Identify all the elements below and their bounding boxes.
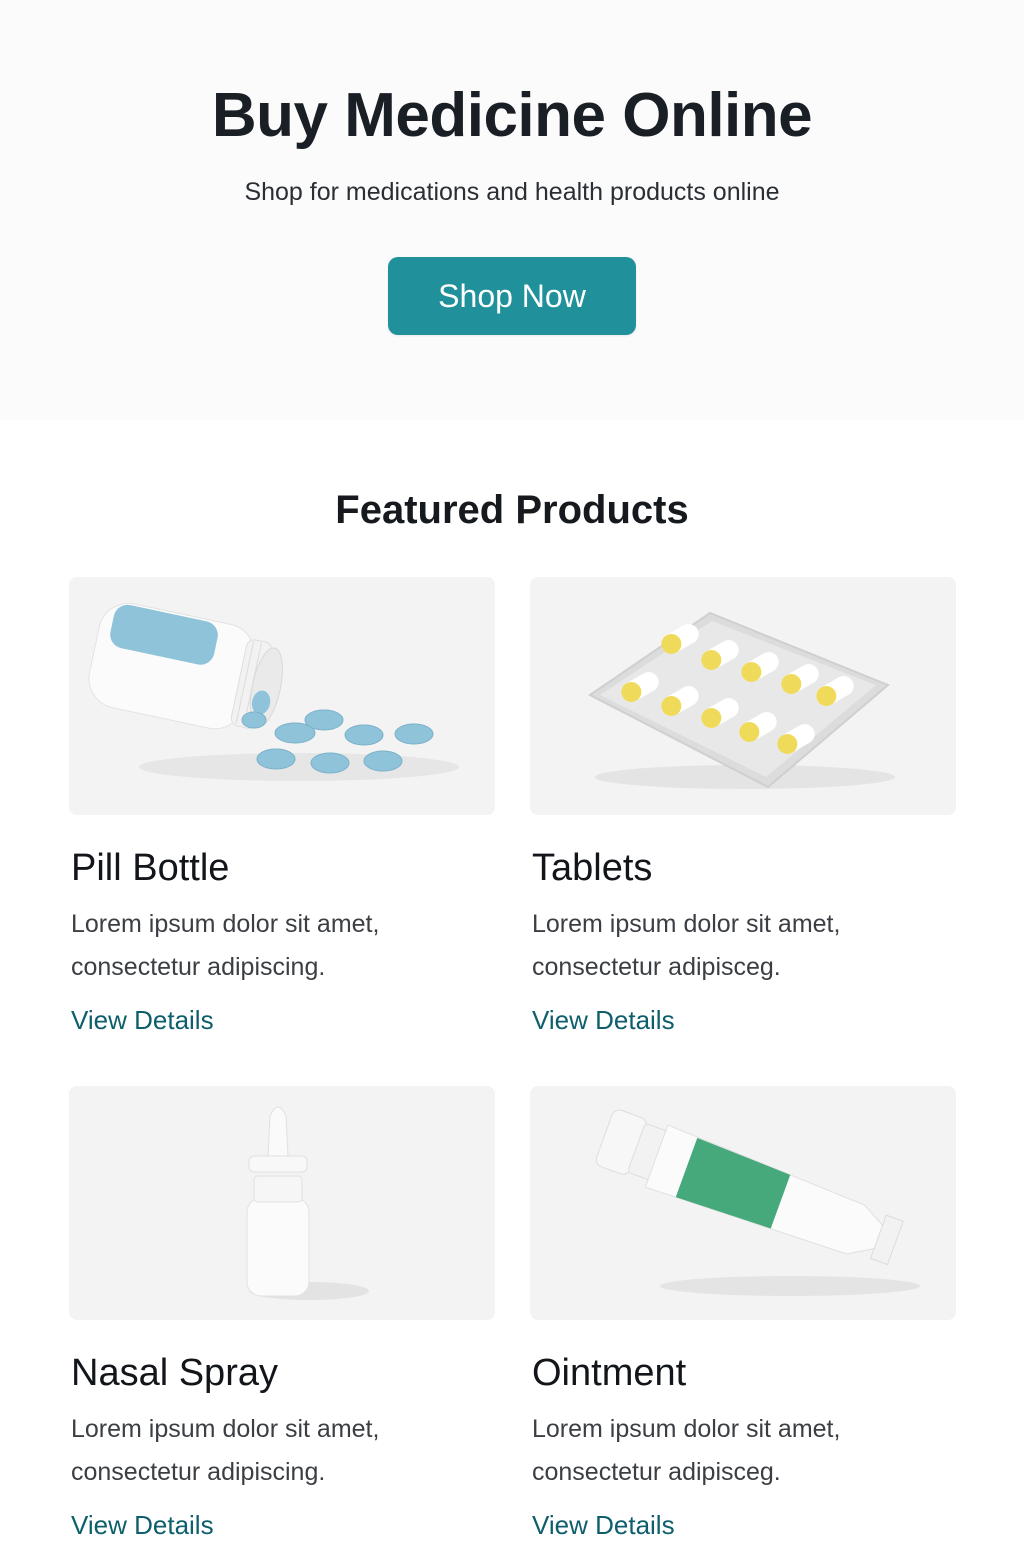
blister-pack-image xyxy=(530,577,956,815)
product-description: Lorem ipsum dolor sit amet, consectetur … xyxy=(532,910,841,981)
pill-bottle-image xyxy=(69,577,495,815)
product-description: Lorem ipsum dolor sit amet, consectetur … xyxy=(71,1415,380,1486)
shop-now-button[interactable]: Shop Now xyxy=(388,257,636,335)
product-description: Lorem ipsum dolor sit amet, consectetur … xyxy=(532,1415,841,1486)
product-card-tablets: Tablets Lorem ipsum dolor sit amet, cons… xyxy=(530,577,956,1036)
view-details-link[interactable]: View Details xyxy=(71,1510,214,1541)
product-name: Pill Bottle xyxy=(71,847,230,889)
product-description: Lorem ipsum dolor sit amet, consectetur … xyxy=(71,910,380,981)
page-title: Buy Medicine Online xyxy=(211,81,813,150)
product-name: Tablets xyxy=(532,847,653,889)
product-name: Ointment xyxy=(532,1352,687,1394)
view-details-link[interactable]: View Details xyxy=(532,1510,675,1541)
featured-products-heading: Featured Products xyxy=(335,488,689,532)
product-card-pill-bottle: Pill Bottle Lorem ipsum dolor sit amet, … xyxy=(69,577,495,1036)
product-card-nasal-spray: Nasal Spray Lorem ipsum dolor sit amet, … xyxy=(69,1086,495,1541)
hero-subtitle: Shop for medications and health products… xyxy=(244,178,780,206)
ointment-tube-image xyxy=(530,1086,956,1320)
view-details-link[interactable]: View Details xyxy=(532,1005,675,1036)
product-name: Nasal Spray xyxy=(71,1352,278,1394)
nasal-spray-image xyxy=(69,1086,495,1320)
view-details-link[interactable]: View Details xyxy=(71,1005,214,1036)
hero-section: Buy Medicine Online Shop for medications… xyxy=(0,0,1024,420)
product-card-ointment: Ointment Lorem ipsum dolor sit amet, con… xyxy=(530,1086,956,1541)
